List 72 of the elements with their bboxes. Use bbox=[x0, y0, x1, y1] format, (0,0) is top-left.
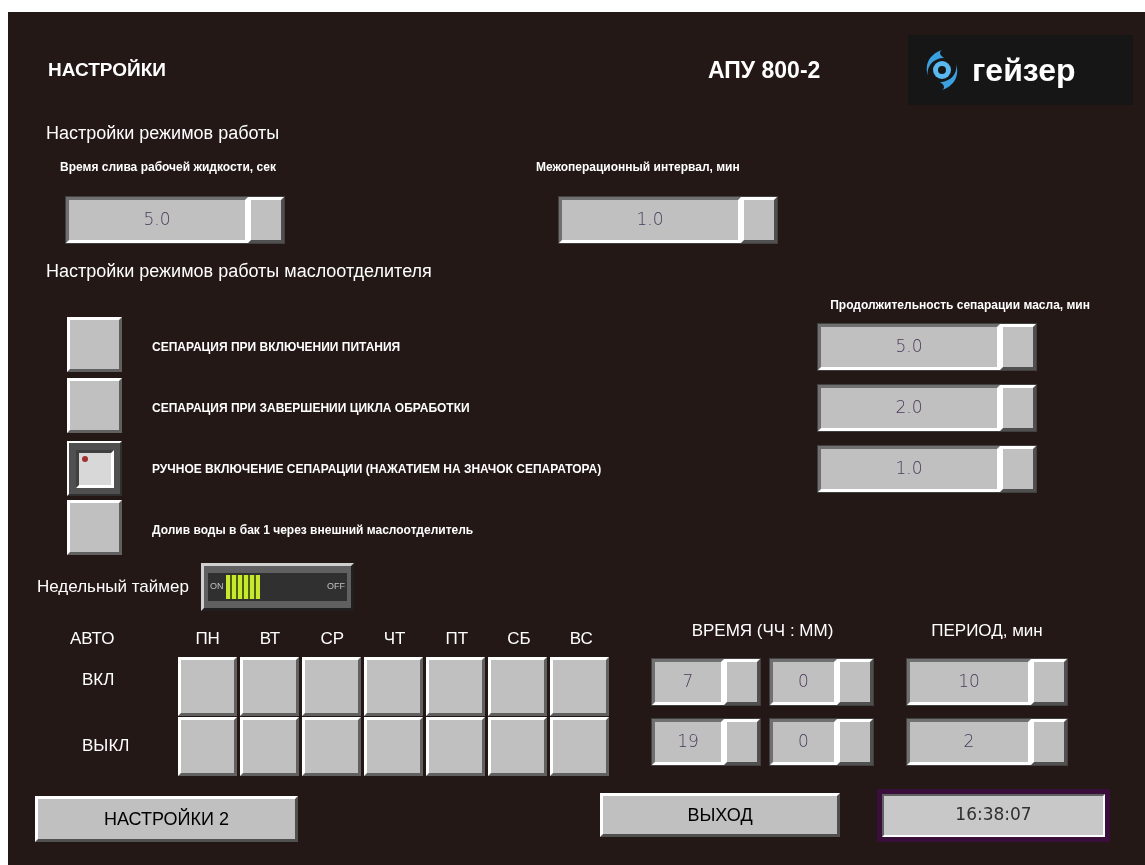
value-field[interactable]: 5.0 bbox=[818, 323, 1000, 370]
spin-button[interactable] bbox=[1000, 445, 1036, 492]
spin-button[interactable] bbox=[248, 197, 284, 243]
section-heading: Настройки режимов работы маслоотделителя bbox=[46, 260, 433, 282]
row-label: ВКЛ bbox=[82, 669, 115, 692]
field-label: Время слива рабочей жидкости, сек bbox=[60, 159, 277, 176]
value-field[interactable]: 2.0 bbox=[818, 384, 1000, 431]
option-label: СЕПАРАЦИЯ ПРИ ВКЛЮЧЕНИИ ПИТАНИЯ bbox=[152, 338, 402, 356]
logo-text: гейзер bbox=[972, 51, 1076, 90]
spin-button[interactable] bbox=[724, 659, 760, 705]
checkbox[interactable] bbox=[550, 656, 609, 716]
spin-button[interactable] bbox=[837, 719, 873, 765]
day-heading: ВТ bbox=[259, 628, 281, 650]
checkbox[interactable] bbox=[426, 656, 485, 716]
day-heading: СБ bbox=[507, 628, 531, 650]
toggle-switch[interactable]: ON OFF bbox=[200, 563, 354, 611]
switch-off-label: OFF bbox=[326, 580, 345, 594]
day-heading: ЧТ bbox=[383, 628, 406, 650]
value-field[interactable]: 0 bbox=[770, 719, 837, 765]
day-heading: ПН bbox=[195, 628, 220, 650]
value-field[interactable]: 10 bbox=[907, 659, 1031, 705]
value-field[interactable]: 5.0 bbox=[66, 197, 248, 243]
switch-on-label: ON bbox=[209, 580, 224, 594]
checkbox[interactable] bbox=[302, 656, 361, 716]
section-heading: Настройки режимов работы bbox=[46, 122, 281, 144]
value-field[interactable]: 2 bbox=[907, 719, 1031, 765]
option-label: Долив воды в бак 1 через внешний маслоотделитель bbox=[152, 521, 475, 539]
value-field[interactable]: 19 bbox=[652, 719, 724, 765]
column-heading: ВРЕМЯ (ЧЧ : ММ) bbox=[690, 620, 835, 642]
column-heading: АВТО bbox=[70, 628, 116, 650]
checkbox[interactable] bbox=[364, 716, 423, 776]
checkbox[interactable] bbox=[240, 716, 299, 776]
day-heading: ПТ bbox=[445, 628, 469, 650]
checkbox[interactable] bbox=[302, 716, 361, 776]
checkbox[interactable] bbox=[426, 716, 485, 776]
spin-button[interactable] bbox=[1031, 659, 1067, 705]
page-title: НАСТРОЙКИ bbox=[48, 57, 167, 82]
spin-button[interactable] bbox=[1000, 323, 1036, 370]
checkbox[interactable] bbox=[550, 716, 609, 776]
switch-knob bbox=[226, 575, 261, 599]
duration-label: Продолжительность сепарации масла, мин bbox=[830, 297, 1090, 314]
checkbox[interactable] bbox=[488, 716, 547, 776]
spin-button[interactable] bbox=[1000, 384, 1036, 431]
spin-button[interactable] bbox=[1031, 719, 1067, 765]
checkbox[interactable] bbox=[67, 317, 122, 372]
checkbox[interactable] bbox=[67, 441, 122, 496]
checkbox[interactable] bbox=[178, 656, 237, 716]
checkbox[interactable] bbox=[67, 378, 122, 433]
value-field[interactable]: 0 bbox=[770, 659, 837, 705]
option-label: РУЧНОЕ ВКЛЮЧЕНИЕ СЕПАРАЦИИ (НАЖАТИЕМ НА ЗНАЧОК СЕПАРАТОРА) bbox=[152, 460, 603, 478]
column-heading: ПЕРИОД, мин bbox=[930, 620, 1044, 642]
clock-display: 16:38:07 bbox=[877, 788, 1110, 842]
value-field[interactable]: 1.0 bbox=[818, 445, 1000, 492]
day-heading: ВС bbox=[569, 628, 593, 650]
checkbox[interactable] bbox=[488, 656, 547, 716]
model-name: АПУ 800-2 bbox=[708, 55, 822, 85]
exit-button[interactable]: ВЫХОД bbox=[600, 793, 840, 837]
value-field[interactable]: 1.0 bbox=[559, 197, 741, 243]
checkbox[interactable] bbox=[178, 716, 237, 776]
day-heading: СР bbox=[320, 628, 344, 650]
spin-button[interactable] bbox=[724, 719, 760, 765]
spin-button[interactable] bbox=[741, 197, 777, 243]
spin-button[interactable] bbox=[837, 659, 873, 705]
checkbox[interactable] bbox=[364, 656, 423, 716]
value-field[interactable]: 7 bbox=[652, 659, 724, 705]
checkbox[interactable] bbox=[67, 500, 122, 555]
row-label: ВЫКЛ bbox=[82, 735, 130, 758]
option-label: СЕПАРАЦИЯ ПРИ ЗАВЕРШЕНИИ ЦИКЛА ОБРАБОТКИ bbox=[152, 399, 471, 417]
field-label: Межоперационный интервал, мин bbox=[536, 159, 741, 176]
settings-2-button[interactable]: НАСТРОЙКИ 2 bbox=[35, 796, 298, 842]
timer-label: Недельный таймер bbox=[37, 576, 189, 599]
checkbox[interactable] bbox=[240, 656, 299, 716]
